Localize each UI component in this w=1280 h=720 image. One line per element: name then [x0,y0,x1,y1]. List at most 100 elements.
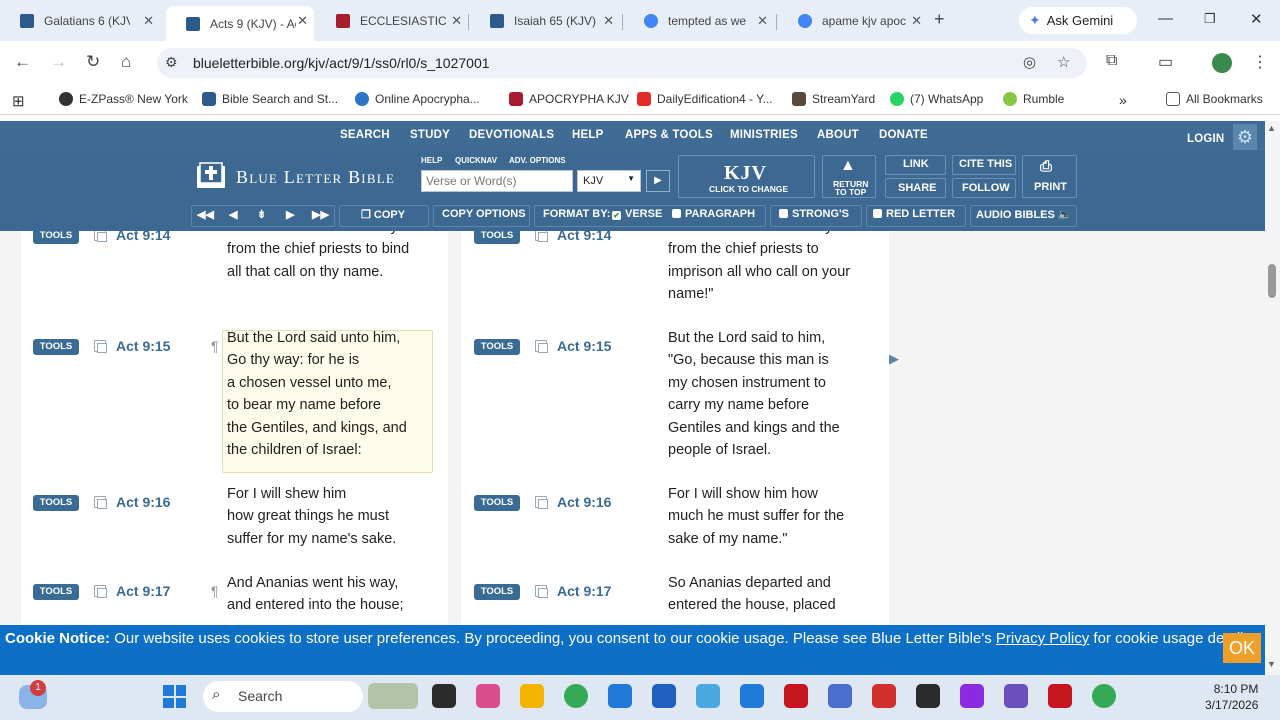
store-icon[interactable] [652,684,676,708]
bitdefender-icon[interactable] [1048,684,1072,708]
copy-verse-icon[interactable] [535,496,548,509]
n-app-icon[interactable] [872,684,896,708]
right-tools-button[interactable]: TOOLS [474,495,520,511]
verse-reference-link[interactable]: Act 9:16 [557,494,611,510]
scrollbar-thumb[interactable] [1268,264,1276,298]
tab-google-apame[interactable]: apame kjv apoc ✕ [778,6,928,36]
version-select[interactable]: KJV ▼ [577,170,641,192]
blb-logo-book-icon[interactable] [194,160,228,192]
close-tab-icon[interactable]: ✕ [451,13,462,29]
forward-arrow-icon[interactable]: → [50,52,67,72]
outlook-icon[interactable] [740,684,764,708]
verse-search-input[interactable] [421,170,573,192]
bookmark-ezpass[interactable]: E-ZPass® New York [59,92,188,106]
left-tools-button[interactable]: TOOLS [33,495,79,511]
edge-icon[interactable] [608,684,632,708]
privacy-policy-link[interactable]: Privacy Policy [996,630,1089,647]
site-info-icon[interactable]: ⚙ [165,54,178,71]
minimize-window-icon[interactable]: — [1158,10,1173,27]
tab-google-tempted[interactable]: tempted as we ✕ [624,6,774,36]
checkbox-icon[interactable] [873,209,882,218]
copy-verse-icon[interactable] [94,496,107,509]
media-cast-icon[interactable]: ▭ [1158,52,1173,72]
verse-reference-link[interactable]: Act 9:14 [557,231,611,243]
new-tab-plus-icon[interactable]: + [934,9,945,30]
nav-donate[interactable]: DONATE [879,129,928,141]
app-icon[interactable] [696,684,720,708]
windows-start-icon[interactable] [163,685,186,708]
copy-verse-icon[interactable] [535,340,548,353]
copy-verse-icon[interactable] [535,231,548,242]
nav-ministries[interactable]: MINISTRIES [730,129,798,141]
checked-checkbox-icon[interactable]: ✔ [612,211,621,220]
right-tools-button[interactable]: TOOLS [474,231,520,244]
copy-verse-icon[interactable] [535,585,548,598]
bookmark-star-icon[interactable]: ☆ [1057,53,1070,71]
extensions-puzzle-icon[interactable]: ⧉ [1106,52,1117,70]
bookmark-online-apocrypha[interactable]: Online Apocrypha... [355,92,480,106]
clipchamp-icon[interactable] [960,684,984,708]
nav-about[interactable]: ABOUT [817,129,859,141]
system-clock[interactable]: 8:10 PM 3/17/2026 [1205,681,1258,713]
verse-reference-link[interactable]: Act 9:15 [116,338,170,354]
close-tab-icon[interactable]: ✕ [603,13,614,29]
login-link[interactable]: LOGIN [1187,133,1224,145]
folder-icon[interactable] [520,684,544,708]
bookmark-streamyard[interactable]: StreamYard [792,92,875,106]
nav-devotionals[interactable]: DEVOTIONALS [469,129,554,141]
bookmark-apocrypha-kjv[interactable]: APOCRYPHA KJV [509,92,629,106]
checkbox-icon[interactable] [779,209,788,218]
copy-verse-icon[interactable] [94,231,107,242]
chapter-menu-icon[interactable]: ⇟ [257,208,266,221]
first-chapter-icon[interactable]: ◀◀ [197,208,214,221]
all-bookmarks-folder[interactable]: All Bookmarks [1166,92,1263,106]
more-bookmarks-chevron-icon[interactable]: » [1119,92,1127,108]
search-go-button[interactable]: ▶ [646,170,670,192]
checkbox-icon[interactable] [672,209,681,218]
file-explorer-icon[interactable] [432,684,456,708]
verse-reference-link[interactable]: Act 9:17 [557,583,611,599]
eye-slash-icon[interactable]: ◎ [1023,53,1036,71]
bookmark-bible-search[interactable]: Bible Search and St... [202,92,338,106]
verse-reference-link[interactable]: Act 9:17 [116,583,170,599]
url-text[interactable]: blueletterbible.org/kjv/act/9/1/ss0/rl0/… [193,55,490,71]
nav-apps-tools[interactable]: APPS & TOOLS [625,129,713,141]
bookmark-dailyedification[interactable]: DailyEdification4 - Y... [637,92,773,106]
format-paragraph-option[interactable]: PARAGRAPH [672,208,755,220]
tab-galatians[interactable]: Galatians 6 (KJV) ✕ [0,6,160,36]
scroll-down-arrow-icon[interactable]: ▼ [1267,659,1276,669]
cookie-ok-button[interactable]: OK [1223,633,1261,663]
left-tools-button[interactable]: TOOLS [33,584,79,600]
settings-gear-icon[interactable]: ⚙ [1233,124,1257,150]
restore-window-icon[interactable]: ❐ [1204,11,1216,27]
tab-isaiah-65[interactable]: Isaiah 65 (KJV) ✕ [470,6,620,36]
verse-reference-link[interactable]: Act 9:14 [116,231,170,243]
ask-gemini-button[interactable]: ✦ Ask Gemini [1019,7,1137,34]
more-menu-icon[interactable]: ⋮ [1252,52,1268,72]
quicknav-mini-link[interactable]: QUICKNAV [455,156,497,165]
record-icon[interactable] [784,684,808,708]
copilot-icon[interactable] [476,684,500,708]
tab-ecclesiasticus[interactable]: ECCLESIASTICUS ✕ [316,6,468,36]
vscode-icon[interactable] [1004,684,1028,708]
chrome-active-icon[interactable] [1092,684,1116,708]
chrome-icon[interactable] [564,684,588,708]
close-window-icon[interactable]: ✕ [1250,10,1263,28]
site-logo-text[interactable]: Blue Letter Bible [236,167,395,188]
copy-verse-icon[interactable] [94,340,107,353]
close-tab-icon[interactable]: ✕ [143,13,154,29]
taskbar-search-box[interactable]: Search [203,681,363,712]
close-tab-icon[interactable]: ✕ [297,13,308,29]
bookmark-whatsapp[interactable]: (7) WhatsApp [890,92,983,106]
nav-help[interactable]: HELP [572,129,603,141]
left-tools-button[interactable]: TOOLS [33,231,79,244]
nav-study[interactable]: STUDY [410,129,450,141]
adv-options-mini-link[interactable]: ADV. OPTIONS [509,156,566,165]
home-icon[interactable]: ⌂ [121,52,131,72]
format-verse-option[interactable]: ✔ VERSE [612,208,662,220]
left-tools-button[interactable]: TOOLS [33,339,79,355]
nav-search[interactable]: SEARCH [340,129,390,141]
right-tools-button[interactable]: TOOLS [474,339,520,355]
media-icon[interactable] [916,684,940,708]
right-tools-button[interactable]: TOOLS [474,584,520,600]
